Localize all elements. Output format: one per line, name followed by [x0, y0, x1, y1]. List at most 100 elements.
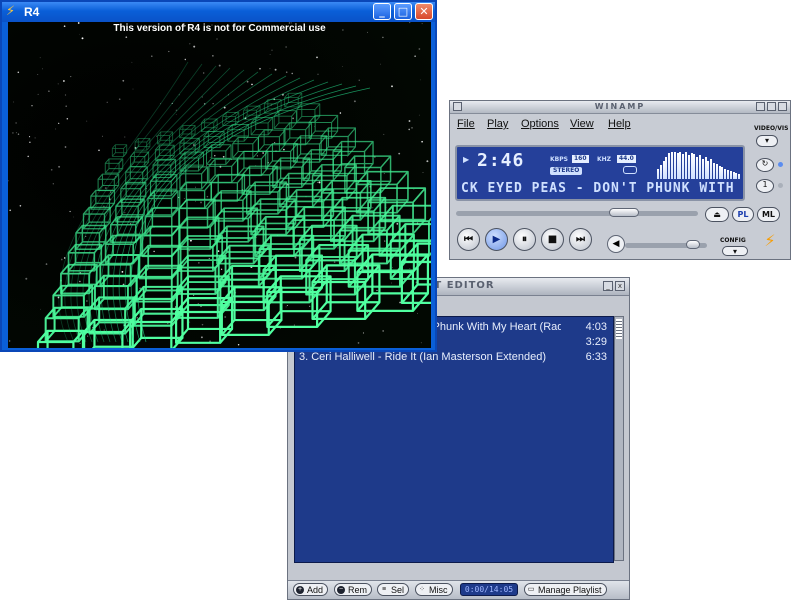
playlist-track-list[interactable]: 1. Black Eyed Peas - Don't Phunk With My…	[294, 316, 614, 563]
star	[256, 155, 258, 157]
elapsed-time[interactable]: 2:46	[477, 150, 524, 171]
r4-app-icon: ⚡	[6, 4, 16, 19]
winamp-menu-icon[interactable]	[453, 102, 462, 111]
star	[39, 57, 41, 59]
star	[63, 80, 65, 82]
spectrum-bar	[693, 154, 696, 179]
star	[37, 74, 39, 75]
previous-button[interactable]: ⏮	[457, 228, 480, 251]
star	[81, 37, 84, 40]
star	[52, 183, 54, 185]
play-icon: ▶	[492, 234, 501, 245]
manage-playlist-button[interactable]: ▭ Manage Playlist	[524, 583, 607, 596]
select-button[interactable]: ≡ Sel	[377, 583, 410, 596]
spectrum-bar	[724, 169, 727, 179]
winamp-shade-button[interactable]	[767, 102, 776, 111]
config-button[interactable]: ▾	[722, 246, 748, 256]
misc-button[interactable]: ⁘ Misc	[415, 583, 453, 596]
star	[422, 172, 424, 173]
spectrum-bar	[657, 169, 659, 179]
star	[25, 277, 28, 280]
pause-button[interactable]: ⏸	[513, 228, 536, 251]
stop-button[interactable]: ■	[541, 228, 564, 251]
playlist-scroll-thumb[interactable]	[616, 319, 622, 339]
repeat-button[interactable]: 1	[756, 179, 774, 193]
star	[121, 271, 124, 273]
spectrum-visualizer[interactable]	[657, 151, 741, 179]
star	[200, 201, 202, 204]
menu-view[interactable]: View	[570, 118, 594, 130]
winamp-titlebar[interactable]: WINAMP	[450, 101, 790, 114]
star	[63, 257, 66, 259]
close-button[interactable]: ✕	[415, 3, 433, 20]
star	[104, 187, 107, 190]
r4-titlebar[interactable]: ⚡ R4 _ □ ✕	[2, 2, 435, 22]
star	[408, 128, 410, 131]
star	[214, 155, 216, 157]
star	[383, 133, 385, 135]
star	[200, 336, 203, 339]
winamp-logo-icon[interactable]: ⚡	[761, 232, 779, 250]
winamp-close-button[interactable]	[778, 102, 787, 111]
song-title-scroller[interactable]: CK EYED PEAS - DON'T PHUNK WITH M	[461, 181, 739, 197]
seek-bar[interactable]	[456, 208, 698, 217]
winamp-minimize-button[interactable]	[756, 102, 765, 111]
spectrum-bar	[715, 164, 718, 179]
star	[408, 120, 411, 122]
media-library-button[interactable]: ML	[757, 207, 780, 222]
add-button[interactable]: + Add	[293, 583, 329, 596]
star	[318, 181, 321, 184]
star	[391, 85, 393, 88]
star	[283, 148, 285, 151]
star	[139, 287, 141, 289]
star	[398, 152, 401, 155]
khz-label: KHZ	[597, 156, 612, 163]
star	[382, 36, 384, 39]
star	[417, 312, 418, 314]
visualization-canvas: This version of R4 is not for Commercial…	[8, 22, 431, 348]
star	[420, 342, 422, 344]
remove-button[interactable]: − Rem	[334, 583, 373, 596]
star	[70, 76, 72, 78]
menu-play[interactable]: Play	[487, 118, 508, 130]
star	[48, 90, 50, 93]
menu-help[interactable]: Help	[608, 118, 631, 130]
star	[294, 256, 297, 259]
star	[409, 268, 411, 269]
r4-window: ⚡ R4 _ □ ✕ This version of R4 is not for…	[0, 0, 437, 352]
menu-options[interactable]: Options	[521, 118, 559, 130]
next-button[interactable]: ⏭	[569, 228, 592, 251]
star	[209, 156, 211, 158]
previous-icon: ⏮	[464, 234, 473, 245]
shuffle-button[interactable]: ↻	[756, 158, 774, 172]
playlist-minimize-button[interactable]: _	[603, 281, 613, 291]
star	[347, 155, 348, 157]
star	[316, 56, 318, 59]
stop-icon: ■	[547, 234, 558, 245]
minimize-button[interactable]: _	[373, 3, 391, 20]
video-vis-toggle-button[interactable]: ▾	[756, 135, 778, 147]
eject-button[interactable]: ⏏	[705, 207, 729, 222]
list-item[interactable]: 3. Ceri Halliwell - Ride It (Ian Masters…	[299, 351, 607, 365]
star	[42, 68, 43, 70]
playlist-scrollbar[interactable]	[614, 316, 624, 561]
star	[333, 261, 336, 263]
star	[146, 188, 148, 189]
star	[309, 305, 311, 307]
playlist-close-button[interactable]: x	[615, 281, 625, 291]
star	[418, 48, 421, 50]
star	[31, 105, 33, 107]
menu-file[interactable]: File	[457, 118, 475, 130]
volume-thumb[interactable]	[686, 240, 700, 249]
star	[183, 198, 185, 200]
kbps-value: 160	[572, 155, 589, 163]
volume-speaker-icon[interactable]: ◀	[607, 235, 625, 253]
maximize-button[interactable]: □	[394, 3, 412, 20]
volume-slider[interactable]	[625, 240, 707, 249]
seek-thumb[interactable]	[609, 208, 639, 217]
star	[8, 340, 11, 342]
star	[384, 240, 386, 242]
play-button[interactable]: ▶	[485, 228, 508, 251]
playlist-toggle-button[interactable]: PL	[732, 207, 754, 222]
star	[184, 58, 187, 61]
